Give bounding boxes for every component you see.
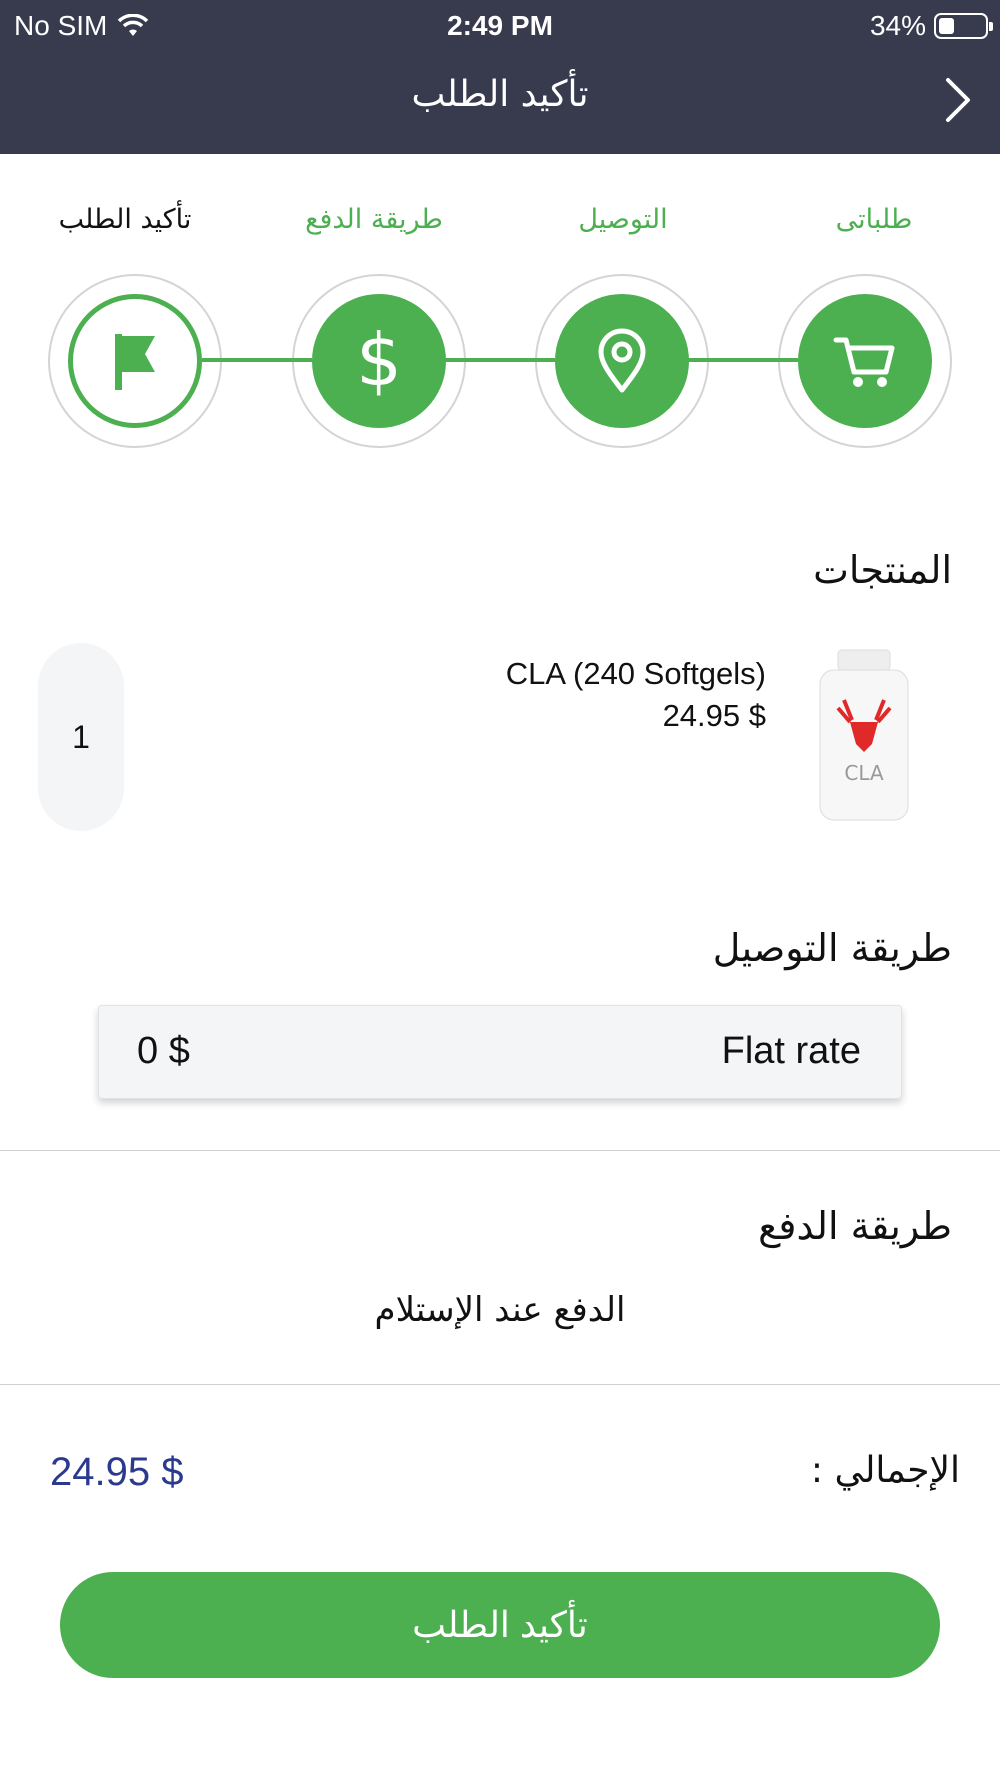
step-delivery[interactable] [555,294,689,428]
total-label: الإجمالي : [810,1450,960,1491]
chevron-right-icon[interactable] [938,74,978,126]
step-label-delivery: التوصيل [578,204,668,235]
step-label-confirm: تأكيد الطلب [58,204,192,235]
product-image-label: CLA [844,761,884,785]
products-section-title: المنتجات [813,548,952,592]
flag-icon [115,334,155,390]
battery-percent: 34% [869,10,926,41]
payment-method: الدفع عند الإستلام [374,1290,626,1330]
product-price: 24.95 $ [662,698,766,733]
step-cart[interactable] [798,294,932,428]
top-bar: No SIM 2:49 PM 34% تأكيد الطلب [0,0,1000,154]
battery-level [939,18,954,34]
location-pin-icon [598,328,646,393]
status-time: 2:49 PM [447,10,553,41]
confirm-order-button[interactable]: تأكيد الطلب [60,1572,940,1678]
step-connector [445,358,555,362]
battery-icon [934,13,993,39]
section-divider [0,1384,1000,1385]
total-value: 24.95 $ [50,1450,184,1494]
shipping-price: 0 $ [137,1030,190,1072]
step-connector [202,358,312,362]
page-title: تأكيد الطلب [411,74,589,115]
cart-icon [833,337,895,387]
status-bar: No SIM 2:49 PM 34% [0,0,1000,50]
section-divider [0,1150,1000,1151]
battery-status: 34% [869,10,993,42]
shipping-option[interactable]: 0 $ Flat rate [98,1005,902,1099]
step-label-payment: طريقة الدفع [305,204,443,235]
step-label-cart: طلباتى [835,204,913,235]
shipping-method: Flat rate [721,1030,861,1072]
step-payment[interactable]: $ [312,294,446,428]
product-name: CLA (240 Softgels) [505,656,766,691]
dollar-icon: $ [356,321,402,401]
quantity-stepper[interactable]: 1 [38,643,124,831]
step-connector [688,358,798,362]
step-confirm[interactable] [68,294,202,428]
product-image: CLA [819,649,909,821]
svg-text:$: $ [356,321,402,401]
payment-section-title: طريقة الدفع [758,1204,952,1248]
shipping-section-title: طريقة التوصيل [712,926,952,970]
